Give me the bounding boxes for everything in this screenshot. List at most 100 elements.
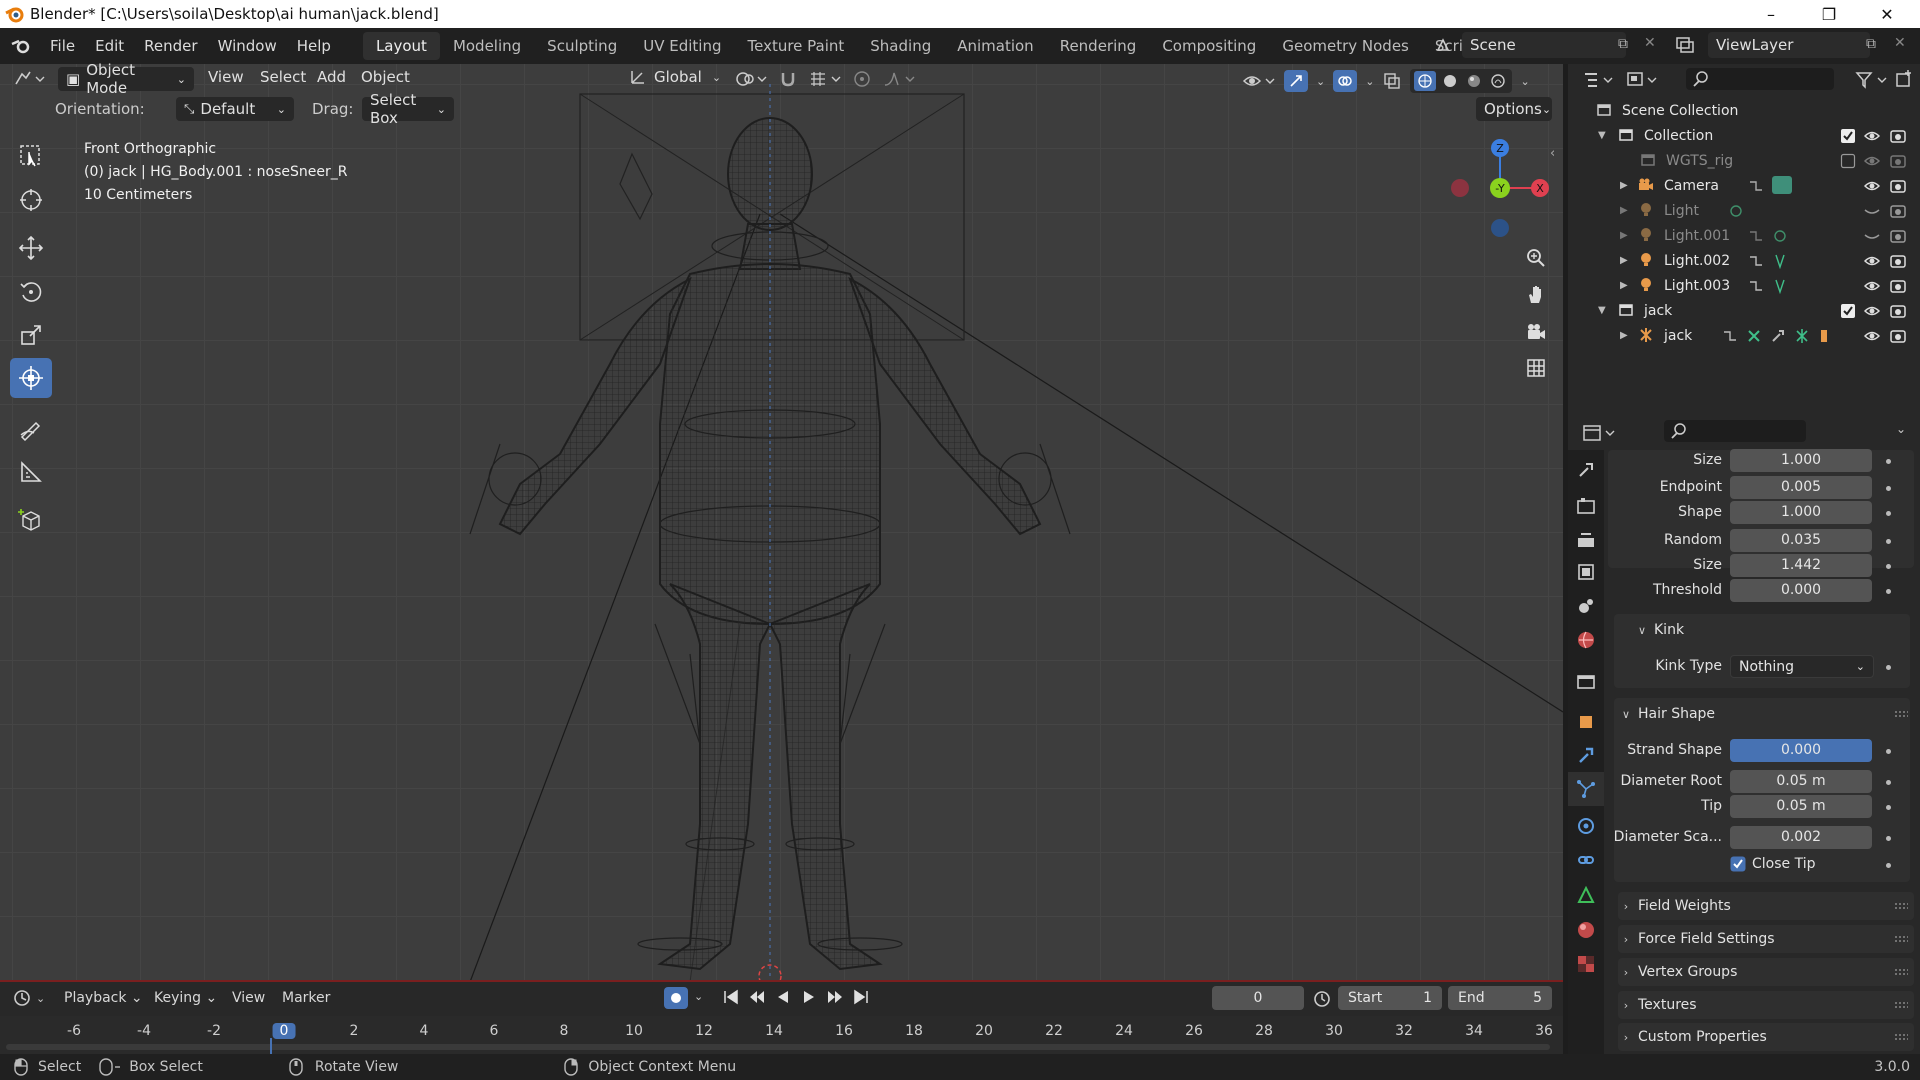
drag-handle-icon[interactable] [1894,1033,1908,1041]
collection-tab-icon[interactable] [1576,672,1596,692]
falloff-icon[interactable] [882,69,916,89]
start-frame-field[interactable]: Start 1 [1338,986,1442,1010]
pan-hand-icon[interactable] [1520,278,1552,310]
hair-shape-panel-header[interactable]: ∨ Hair Shape [1618,700,1914,728]
snap-target-icon[interactable] [808,69,842,89]
render-camera-icon[interactable] [1890,253,1906,269]
expand-arrow-icon[interactable]: ▶ [1620,230,1628,241]
annotate-tool[interactable] [10,408,52,448]
drag-handle-icon[interactable] [1894,968,1908,976]
drag-dropdown[interactable]: Select Box ⌄ [362,91,454,127]
keyframe-dot-icon[interactable] [1886,486,1891,491]
outliner-row-jack-armature[interactable]: ▶ jack [1568,323,1920,348]
properties-editor-type-icon[interactable] [1582,422,1618,444]
keyframe-dot-icon[interactable] [1886,805,1891,810]
expand-arrow-icon[interactable]: ▶ [1620,280,1628,291]
tab-rendering[interactable]: Rendering [1047,32,1150,60]
keyframe-dot-icon[interactable] [1886,749,1891,754]
outliner-search-input[interactable] [1686,68,1834,90]
exclude-checkbox-icon[interactable] [1840,128,1856,144]
eye-icon[interactable] [1864,278,1880,294]
scene-remove-icon[interactable]: ✕ [1644,35,1656,51]
chevron-down-icon[interactable]: ⌄ [694,990,703,1003]
render-camera-icon[interactable] [1890,228,1906,244]
kink-type-dropdown[interactable]: Nothing ⌄ [1730,655,1874,678]
menu-keying[interactable]: Keying ⌄ [154,990,217,1006]
tab-texture-paint[interactable]: Texture Paint [734,32,857,60]
texture-tab-icon[interactable] [1576,954,1596,974]
next-keyframe-icon[interactable] [826,988,844,1006]
armature-data-icon[interactable] [1746,328,1762,344]
editor-type-icon[interactable] [12,68,46,90]
chevron-down-icon[interactable]: ⌄ [1896,422,1906,436]
constraint-icon[interactable] [1722,328,1738,344]
view-layer-remove-icon[interactable]: ✕ [1894,35,1906,51]
orientation-dropdown[interactable]: ⤡ Default ⌄ [176,97,294,121]
endpoint-field[interactable]: 0.005 [1730,476,1872,499]
exclude-checkbox-icon[interactable] [1840,153,1856,169]
strand-shape-slider[interactable]: 0.000 [1730,739,1872,762]
expand-arrow-icon[interactable]: ▼ [1598,305,1606,316]
current-frame-field[interactable]: 0 [1212,986,1304,1010]
kink-panel-header[interactable]: ∨ Kink [1634,616,1920,644]
object-mode-dropdown[interactable]: ▣ Object Mode ⌄ [58,61,194,97]
visibility-eye-icon[interactable] [1242,71,1276,91]
maximize-button[interactable]: ❐ [1806,0,1852,28]
world-tab-icon[interactable] [1576,630,1596,650]
render-camera-icon[interactable] [1890,153,1906,169]
snap-magnet-icon[interactable] [778,69,798,89]
scene-tab-icon[interactable] [1576,596,1596,616]
tab-sculpting[interactable]: Sculpting [534,32,630,60]
preview-range-icon[interactable] [1312,988,1332,1008]
outliner-row-wgts-rig[interactable]: WGTS_rig [1568,148,1920,173]
eye-icon[interactable] [1864,178,1880,194]
jump-end-icon[interactable] [852,988,870,1006]
particles-tab-active[interactable] [1568,772,1604,806]
close-tip-checkbox[interactable]: Close Tip [1730,856,1816,872]
size-2-field[interactable]: 1.442 [1730,554,1872,577]
constraint-icon[interactable] [1748,178,1764,194]
menu-select[interactable]: Select [260,68,306,86]
tab-animation[interactable]: Animation [944,32,1046,60]
scale-tool[interactable] [10,315,52,355]
close-button[interactable]: ✕ [1864,0,1910,28]
outliner-row-collection[interactable]: ▼ Collection [1568,123,1920,148]
constraint-icon[interactable] [1748,253,1764,269]
overlays-toggle-icon[interactable] [1333,70,1358,92]
menu-view[interactable]: View [208,68,244,86]
keyframe-dot-icon[interactable] [1886,589,1891,594]
shape-field[interactable]: 1.000 [1730,501,1872,524]
solid-shading-icon[interactable] [1440,71,1460,91]
transform-orientation-dropdown[interactable]: Global ⌄ [628,67,721,87]
eye-closed-icon[interactable] [1864,203,1880,219]
view-layer-browse-icon[interactable] [1674,34,1704,56]
render-camera-icon[interactable] [1890,278,1906,294]
drag-handle-icon[interactable] [1894,710,1908,718]
constraint-icon[interactable] [1748,228,1764,244]
material-tab-icon[interactable] [1576,920,1596,940]
tab-uv-editing[interactable]: UV Editing [630,32,734,60]
scene-browse-icon[interactable] [1428,32,1460,58]
modifier-tab-icon[interactable] [1576,746,1596,766]
options-dropdown[interactable]: Options ⌄ [1476,97,1552,121]
threshold-field[interactable]: 0.000 [1730,579,1872,602]
eye-closed-icon[interactable] [1864,228,1880,244]
tip-field[interactable]: 0.05 m [1730,795,1872,818]
properties-search-input[interactable] [1664,420,1806,442]
render-camera-icon[interactable] [1890,128,1906,144]
render-camera-icon[interactable] [1890,303,1906,319]
filter-icon[interactable] [1854,70,1890,90]
render-camera-icon[interactable] [1890,328,1906,344]
expand-arrow-icon[interactable]: ▼ [1598,130,1606,141]
menu-object[interactable]: Object [361,68,410,86]
pivot-point-icon[interactable] [734,69,768,89]
render-tab-icon[interactable] [1576,496,1596,516]
drag-handle-icon[interactable] [1894,902,1908,910]
display-mode-icon[interactable] [1626,69,1660,91]
zoom-icon[interactable] [1520,242,1552,274]
light-data-icon[interactable] [1728,203,1744,219]
auto-keying-button[interactable] [664,987,688,1009]
bone-icon[interactable] [1794,328,1810,344]
modifier-wrench-icon[interactable] [1770,328,1786,344]
select-box-tool[interactable] [10,136,52,176]
